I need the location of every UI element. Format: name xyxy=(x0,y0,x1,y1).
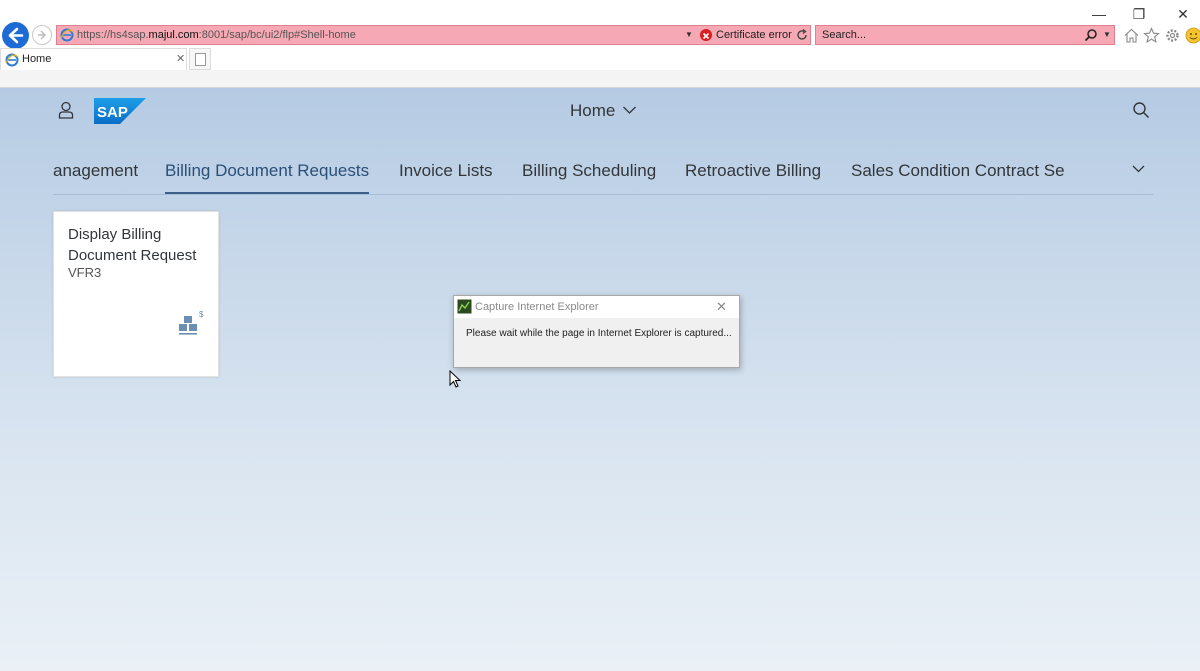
mouse-cursor-icon xyxy=(449,370,461,388)
billing-document-icon: $ xyxy=(179,310,204,335)
svg-text:$: $ xyxy=(199,310,204,319)
close-window-button[interactable]: ✕ xyxy=(1172,5,1194,23)
restore-button[interactable]: ❐ xyxy=(1128,5,1150,23)
gear-icon[interactable] xyxy=(1164,27,1181,44)
tab-bar-divider xyxy=(53,194,1153,195)
dialog-message: Please wait while the page in Internet E… xyxy=(466,328,732,339)
tab-label: Home xyxy=(22,53,52,65)
search-icon[interactable] xyxy=(1084,28,1098,42)
dialog-title: Capture Internet Explorer xyxy=(475,301,599,313)
chevron-down-icon[interactable] xyxy=(622,104,637,116)
tab-retroactive-billing[interactable]: Retroactive Billing xyxy=(685,161,821,181)
shell-title[interactable]: Home xyxy=(570,101,615,121)
forward-button[interactable] xyxy=(32,25,52,45)
search-icon[interactable] xyxy=(1132,101,1150,119)
minimize-button[interactable]: — xyxy=(1088,5,1110,23)
dialog-titlebar[interactable]: Capture Internet Explorer ✕ xyxy=(454,296,739,318)
search-placeholder: Search... xyxy=(822,29,867,41)
tab-close-icon[interactable]: ✕ xyxy=(176,52,185,65)
tab-sales-condition-contract[interactable]: Sales Condition Contract Se xyxy=(851,161,1065,181)
tab-home[interactable]: Home ✕ xyxy=(0,48,187,70)
sap-logo[interactable]: SAP xyxy=(94,98,146,124)
new-tab-button[interactable] xyxy=(189,48,211,70)
search-dropdown-icon[interactable]: ▼ xyxy=(1103,30,1111,39)
tile-subtitle: VFR3 xyxy=(68,265,102,280)
browser-search-box[interactable]: Search... ▼ xyxy=(815,25,1115,45)
close-icon[interactable]: ✕ xyxy=(716,299,727,315)
tab-strip xyxy=(0,70,1200,88)
certificate-error-label[interactable]: Certificate error xyxy=(716,29,792,41)
tab-management[interactable]: anagement xyxy=(53,161,138,181)
ie-tab-icon xyxy=(5,53,19,67)
tab-billing-document-requests[interactable]: Billing Document Requests xyxy=(165,161,369,181)
browser-chrome: — ❐ ✕ https://hs4sap.majul.com:8001/sap/… xyxy=(0,0,1200,88)
tab-billing-scheduling[interactable]: Billing Scheduling xyxy=(522,161,656,181)
app-tile-display-billing-document-request[interactable]: Display Billing Document Request VFR3 $ xyxy=(53,211,219,377)
refresh-icon[interactable] xyxy=(795,28,809,42)
home-icon[interactable] xyxy=(1123,27,1140,44)
capture-dialog: Capture Internet Explorer ✕ Please wait … xyxy=(453,295,740,368)
ie-logo-icon xyxy=(60,28,74,42)
address-dropdown-icon[interactable]: ▼ xyxy=(685,30,693,39)
address-bar[interactable]: https://hs4sap.majul.com:8001/sap/bc/ui2… xyxy=(56,25,811,45)
address-url: https://hs4sap.majul.com:8001/sap/bc/ui2… xyxy=(77,29,356,41)
chevron-down-icon[interactable] xyxy=(1131,163,1146,175)
arrow-left-icon xyxy=(8,27,24,44)
user-icon[interactable] xyxy=(58,101,74,119)
feedback-smiley-icon[interactable] xyxy=(1185,27,1200,44)
capture-app-icon xyxy=(457,299,472,314)
fiori-launchpad: SAP Home anagement Billing Document Requ… xyxy=(0,88,1200,671)
arrow-right-icon xyxy=(38,30,46,40)
tab-invoice-lists[interactable]: Invoice Lists xyxy=(399,161,493,181)
tile-title: Display Billing Document Request xyxy=(68,226,197,264)
back-button[interactable] xyxy=(2,22,29,49)
favorites-star-icon[interactable] xyxy=(1143,27,1160,44)
certificate-error-icon[interactable] xyxy=(700,29,712,41)
new-tab-icon xyxy=(195,53,206,66)
svg-text:SAP: SAP xyxy=(97,104,128,121)
